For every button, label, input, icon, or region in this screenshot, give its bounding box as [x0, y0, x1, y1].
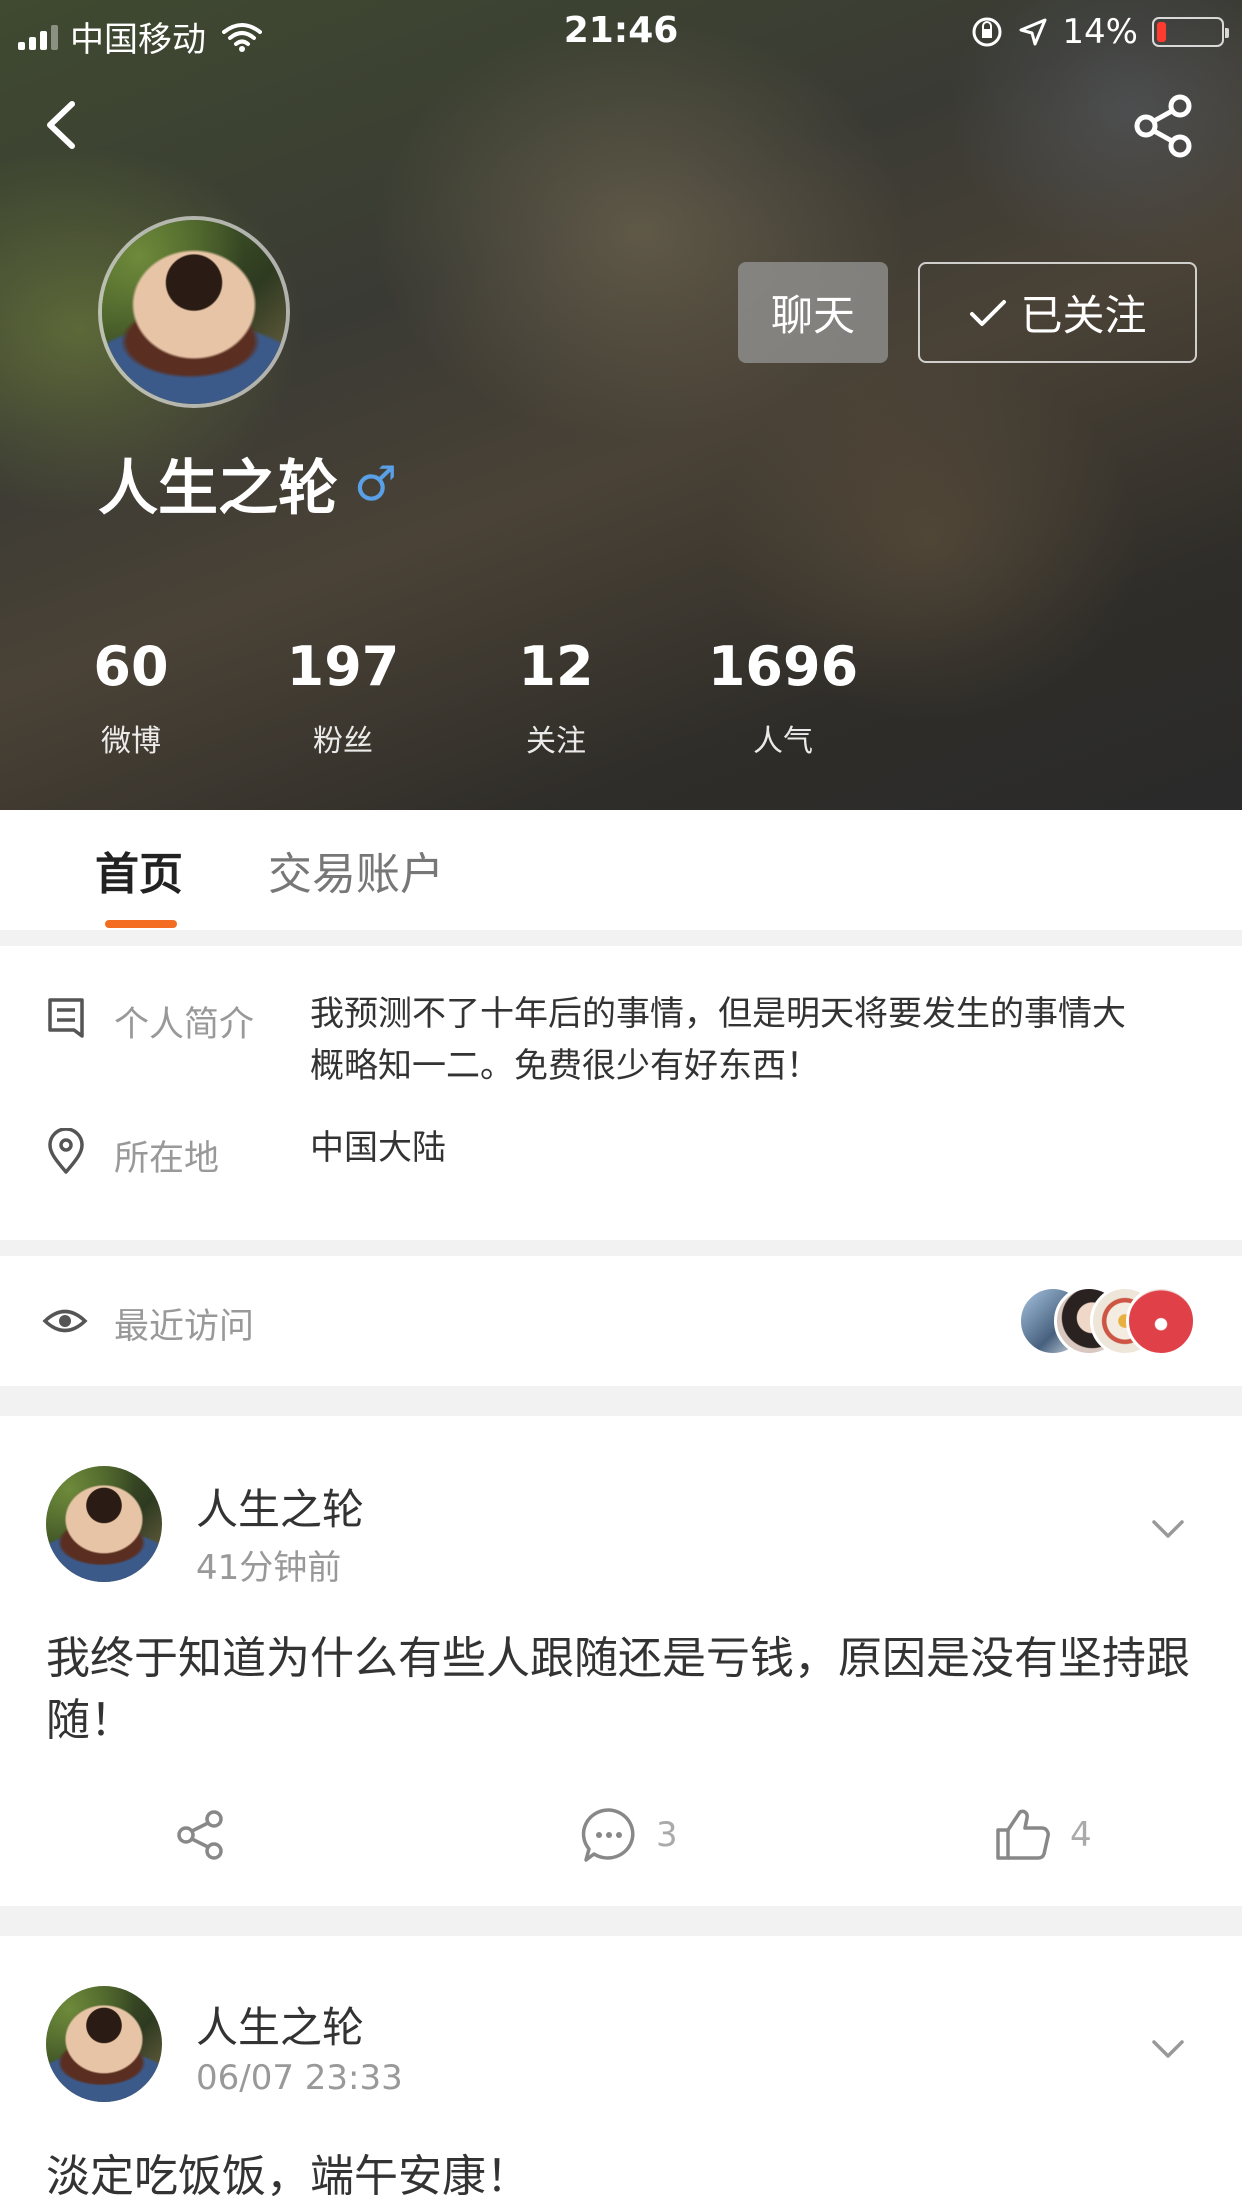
post-author[interactable]: 人生之轮 [196, 1994, 364, 2055]
post-author[interactable]: 人生之轮 [196, 1476, 364, 1537]
stat-value: 1696 [707, 635, 859, 698]
rotation-lock-icon [972, 17, 1002, 47]
profile-name: 人生之轮 ♂ [98, 440, 397, 527]
stat-value: 60 [93, 635, 169, 698]
recent-visits-row[interactable]: 最近访问 [0, 1256, 1242, 1386]
post-time: 06/07 23:33 [196, 2058, 403, 2098]
location-label: 所在地 [114, 1139, 220, 1179]
location-arrow-icon [1019, 18, 1047, 46]
recent-visits-label: 最近访问 [114, 1307, 255, 1347]
stat-value: 197 [286, 635, 400, 698]
stat-label: 关注 [526, 724, 586, 759]
location-icon [48, 1128, 84, 1174]
profile-info-card: 个人简介 我预测不了十年后的事情，但是明天将要发生的事情大概略知一二。免费很少有… [0, 946, 1242, 1240]
profile-tabs: 首页 交易账户 [0, 810, 1242, 930]
tab-home[interactable]: 首页 [95, 838, 183, 902]
post-text: 淡定吃饭饭，端午安康！ [46, 2151, 530, 2202]
tab-trading-account[interactable]: 交易账户 [268, 838, 444, 902]
profile-header: 中国移动 21:46 14% 聊天 已关注 人生之轮 ♂ 60 微博 197 粉… [0, 0, 1242, 810]
location-value: 中国大陆 [310, 1128, 446, 1168]
bio-label: 个人简介 [114, 1005, 255, 1045]
profile-name-text: 人生之轮 [98, 454, 338, 524]
repost-button[interactable] [172, 1806, 230, 1864]
check-icon [970, 299, 1007, 326]
post-time: 41分钟前 [196, 1548, 342, 1588]
stat-label: 微博 [101, 724, 161, 759]
stat-fans[interactable]: 197 粉丝 [287, 632, 400, 760]
bio-icon [48, 998, 84, 1038]
stat-following[interactable]: 12 关注 [518, 632, 593, 760]
chevron-down-icon[interactable] [1148, 1514, 1188, 1544]
stat-label: 人气 [752, 724, 813, 759]
follow-button[interactable]: 已关注 [918, 262, 1197, 363]
back-icon[interactable] [32, 90, 92, 160]
battery-percent: 14% [1062, 12, 1138, 52]
visitor-avatars [1018, 1286, 1198, 1356]
post-text: 我终于知道为什么有些人跟随还是亏钱，原因是没有坚持跟随！ [46, 1633, 1190, 1746]
post-card: 人生之轮 41分钟前 我终于知道为什么有些人跟随还是亏钱，原因是没有坚持跟随！ … [0, 1416, 1242, 1906]
like-button[interactable]: 4 [994, 1806, 1092, 1864]
like-count: 4 [1070, 1815, 1092, 1855]
post-actions: 3 4 [0, 1806, 1242, 1886]
battery-icon [1152, 17, 1229, 47]
stat-value: 12 [518, 635, 594, 698]
follow-label: 已关注 [1020, 291, 1147, 340]
eye-icon [42, 1309, 88, 1333]
repost-icon [177, 1810, 223, 1860]
stats-row: 60 微博 197 粉丝 12 关注 1696 人气 [0, 632, 1242, 762]
visitor-avatar [1126, 1286, 1196, 1356]
post-avatar[interactable] [46, 1986, 162, 2102]
post-card: 人生之轮 06/07 23:33 淡定吃饭饭，端午安康！ [0, 1936, 1242, 2208]
share-icon[interactable] [1128, 90, 1198, 160]
active-tab-indicator [105, 920, 177, 928]
stat-weibo[interactable]: 60 微博 [93, 632, 168, 760]
comment-count: 3 [656, 1815, 678, 1855]
avatar[interactable] [98, 216, 290, 408]
chat-button[interactable]: 聊天 [738, 262, 888, 363]
chevron-down-icon[interactable] [1148, 2034, 1188, 2064]
stat-popularity[interactable]: 1696 人气 [708, 632, 858, 760]
comment-button[interactable]: 3 [580, 1806, 678, 1864]
status-bar: 中国移动 21:46 14% [0, 0, 1242, 62]
post-avatar[interactable] [46, 1466, 162, 1582]
like-icon [996, 1809, 1050, 1860]
comment-icon [581, 1808, 635, 1862]
stat-label: 粉丝 [312, 724, 373, 759]
bio-text: 我预测不了十年后的事情，但是明天将要发生的事情大概略知一二。免费很少有好东西！ [310, 994, 1126, 1086]
male-icon: ♂ [354, 455, 398, 512]
